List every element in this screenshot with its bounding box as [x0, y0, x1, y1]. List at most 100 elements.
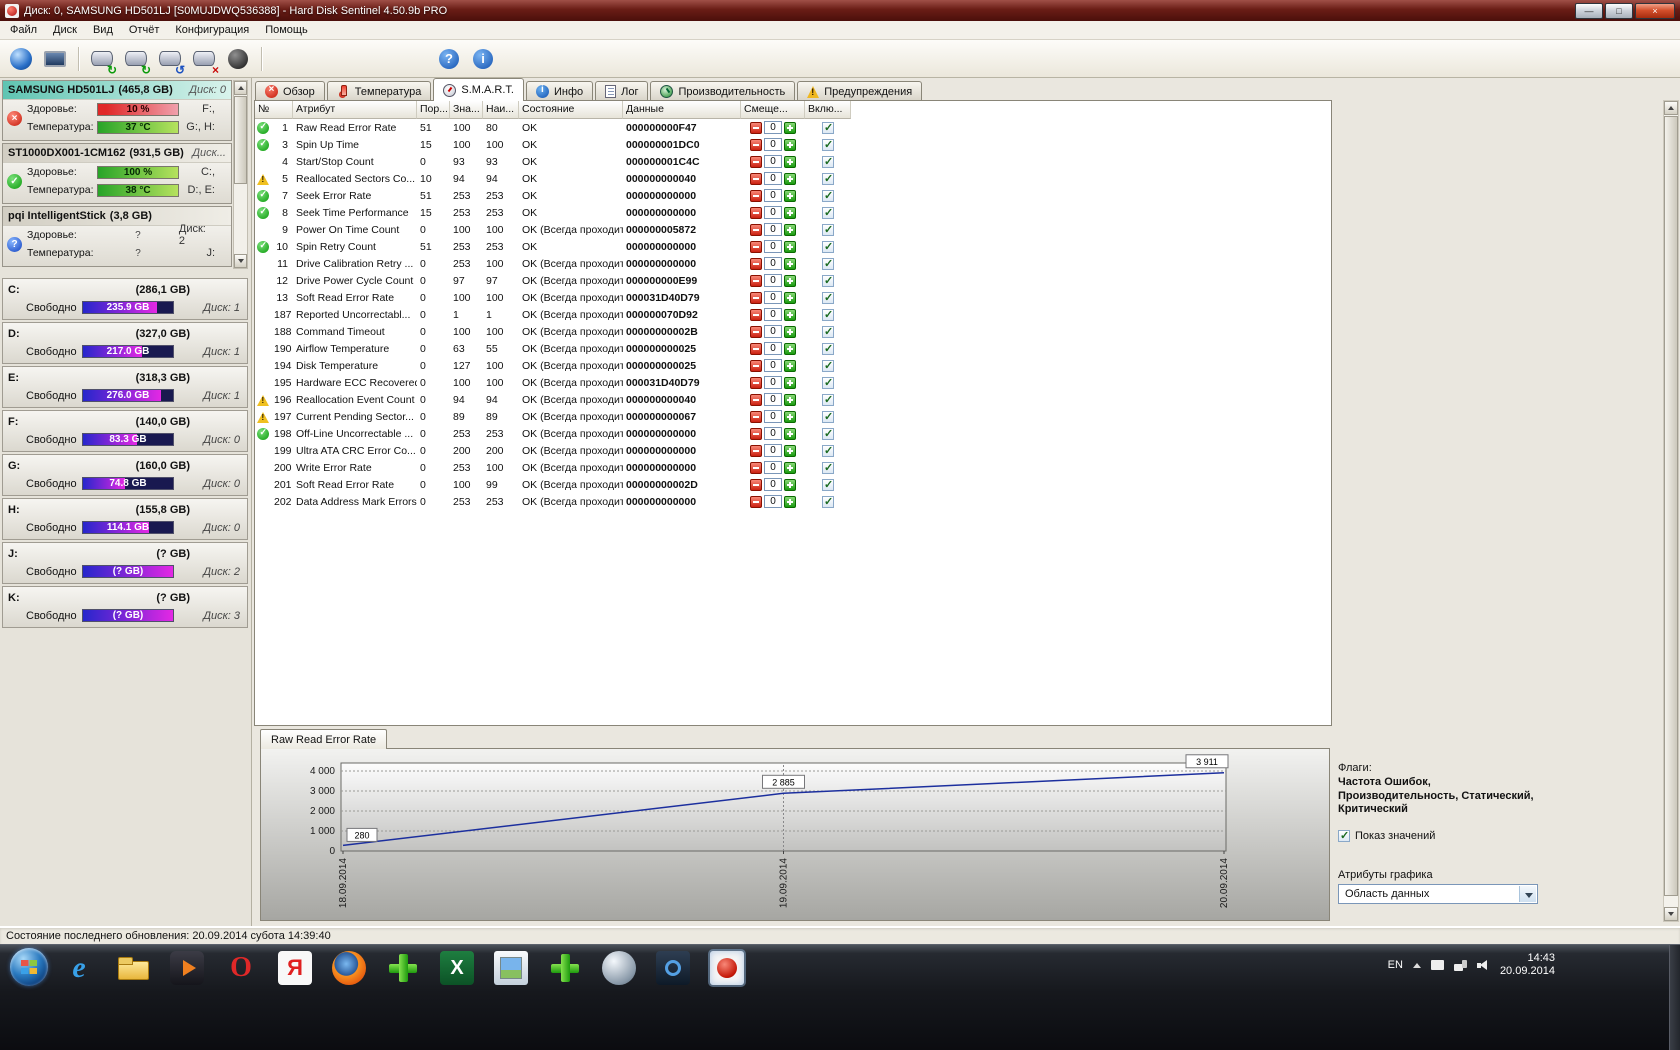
- offset-value[interactable]: 0: [764, 478, 782, 491]
- partition-panel[interactable]: K: (? GB) Свободно (? GB) Диск: 3: [2, 586, 248, 628]
- refresh-disk-button[interactable]: ↻: [87, 44, 117, 76]
- offset-value[interactable]: 0: [764, 155, 782, 168]
- show-values-checkbox[interactable]: [1338, 829, 1350, 842]
- offset-increase-button[interactable]: [784, 410, 796, 423]
- disk-panel[interactable]: SAMSUNG HD501LJ (465,8 GB) Диск: 0 Здоро…: [2, 80, 232, 141]
- rescan-disk-button[interactable]: ↻: [121, 44, 151, 76]
- scrollbar-thumb[interactable]: [234, 96, 247, 184]
- smart-row[interactable]: 194 Disk Temperature 0 127 100 OK (Всегд…: [255, 357, 1331, 374]
- firefox-icon[interactable]: [332, 951, 366, 985]
- offset-increase-button[interactable]: [784, 189, 796, 202]
- offset-decrease-button[interactable]: [750, 342, 762, 355]
- enabled-checkbox[interactable]: [822, 427, 834, 440]
- smart-row[interactable]: 5 Reallocated Sectors Co... 10 94 94 OK …: [255, 170, 1331, 187]
- offset-decrease-button[interactable]: [750, 189, 762, 202]
- smart-row[interactable]: 197 Current Pending Sector... 0 89 89 OK…: [255, 408, 1331, 425]
- offset-increase-button[interactable]: [784, 223, 796, 236]
- offset-increase-button[interactable]: [784, 138, 796, 151]
- scroll-down-button[interactable]: [234, 254, 247, 268]
- offset-decrease-button[interactable]: [750, 495, 762, 508]
- offset-increase-button[interactable]: [784, 393, 796, 406]
- enabled-checkbox[interactable]: [822, 342, 834, 355]
- offset-increase-button[interactable]: [784, 121, 796, 134]
- offset-value[interactable]: 0: [764, 274, 782, 287]
- ie-icon[interactable]: [62, 951, 96, 985]
- offset-value[interactable]: 0: [764, 257, 782, 270]
- tab[interactable]: Лог: [595, 81, 649, 101]
- offset-decrease-button[interactable]: [750, 223, 762, 236]
- partition-panel[interactable]: G: (160,0 GB) Свободно 74.8 GB Диск: 0: [2, 454, 248, 496]
- offset-increase-button[interactable]: [784, 257, 796, 270]
- offset-decrease-button[interactable]: [750, 478, 762, 491]
- menu-item[interactable]: Помощь: [257, 22, 316, 38]
- smart-row[interactable]: 7 Seek Error Rate 51 253 253 OK 00000000…: [255, 187, 1331, 204]
- offset-decrease-button[interactable]: [750, 427, 762, 440]
- offset-value[interactable]: 0: [764, 138, 782, 151]
- smart-row[interactable]: 10 Spin Retry Count 51 253 253 OK 000000…: [255, 238, 1331, 255]
- offset-increase-button[interactable]: [784, 444, 796, 457]
- smart-row[interactable]: 198 Off-Line Uncorrectable ... 0 253 253…: [255, 425, 1331, 442]
- enabled-checkbox[interactable]: [822, 291, 834, 304]
- menu-item[interactable]: Файл: [2, 22, 45, 38]
- smart-row[interactable]: 190 Airflow Temperature 0 63 55 OK (Всег…: [255, 340, 1331, 357]
- menu-item[interactable]: Вид: [85, 22, 121, 38]
- sync-disk-button[interactable]: ↺: [155, 44, 185, 76]
- enabled-checkbox[interactable]: [822, 274, 834, 287]
- disk-overview-button[interactable]: [6, 44, 36, 74]
- close-button[interactable]: ×: [1635, 2, 1675, 19]
- column-header[interactable]: Атрибут: [293, 101, 417, 119]
- offset-decrease-button[interactable]: [750, 308, 762, 321]
- partition-panel[interactable]: H: (155,8 GB) Свободно 114.1 GB Диск: 0: [2, 498, 248, 540]
- smart-row[interactable]: 13 Soft Read Error Rate 0 100 100 OK (Вс…: [255, 289, 1331, 306]
- offset-increase-button[interactable]: [784, 155, 796, 168]
- tab[interactable]: Предупреждения: [797, 81, 923, 101]
- scrollbar-thumb[interactable]: [1664, 116, 1678, 896]
- disk-panel[interactable]: ST1000DX001-1CM162 (931,5 GB) Диск... Зд…: [2, 143, 232, 204]
- offset-decrease-button[interactable]: [750, 461, 762, 474]
- scroll-up-button[interactable]: [234, 81, 247, 95]
- offset-value[interactable]: 0: [764, 189, 782, 202]
- smart-row[interactable]: 195 Hardware ECC Recovered 0 100 100 OK …: [255, 374, 1331, 391]
- network-tray-icon[interactable]: [1453, 959, 1467, 971]
- enabled-checkbox[interactable]: [822, 189, 834, 202]
- offset-decrease-button[interactable]: [750, 206, 762, 219]
- info-button[interactable]: i: [468, 44, 498, 74]
- partition-panel[interactable]: C: (286,1 GB) Свободно 235.9 GB Диск: 1: [2, 278, 248, 320]
- partition-panel[interactable]: D: (327,0 GB) Свободно 217.0 GB Диск: 1: [2, 322, 248, 364]
- offset-decrease-button[interactable]: [750, 274, 762, 287]
- enabled-checkbox[interactable]: [822, 223, 834, 236]
- dark-disk-button[interactable]: [223, 44, 253, 74]
- smart-row[interactable]: 1 Raw Read Error Rate 51 100 80 OK 00000…: [255, 119, 1331, 136]
- offset-increase-button[interactable]: [784, 461, 796, 474]
- smart-row[interactable]: 196 Reallocation Event Count 0 94 94 OK …: [255, 391, 1331, 408]
- menu-item[interactable]: Диск: [45, 22, 85, 38]
- maximize-button[interactable]: □: [1605, 2, 1633, 19]
- hdsentinel-icon[interactable]: [710, 951, 744, 985]
- offset-decrease-button[interactable]: [750, 359, 762, 372]
- enabled-checkbox[interactable]: [822, 325, 834, 338]
- column-header[interactable]: Зна...: [450, 101, 483, 119]
- offset-value[interactable]: 0: [764, 376, 782, 389]
- smart-row[interactable]: 187 Reported Uncorrectabl... 0 1 1 OK (В…: [255, 306, 1331, 323]
- minimize-button[interactable]: —: [1575, 2, 1603, 19]
- offset-value[interactable]: 0: [764, 495, 782, 508]
- opera-icon[interactable]: [224, 951, 258, 985]
- show-desktop-button[interactable]: [1669, 945, 1680, 1050]
- dropdown-arrow-icon[interactable]: [1519, 885, 1536, 902]
- offset-increase-button[interactable]: [784, 240, 796, 253]
- settings-app-icon[interactable]: [656, 951, 690, 985]
- offset-increase-button[interactable]: [784, 495, 796, 508]
- help-button[interactable]: ?: [434, 44, 464, 74]
- volume-tray-icon[interactable]: [1476, 959, 1490, 971]
- enabled-checkbox[interactable]: [822, 172, 834, 185]
- media-player-icon[interactable]: [170, 951, 204, 985]
- column-header[interactable]: Состояние: [519, 101, 623, 119]
- column-header[interactable]: №: [255, 101, 293, 119]
- graph-attributes-dropdown[interactable]: Область данных: [1338, 883, 1538, 904]
- offset-decrease-button[interactable]: [750, 172, 762, 185]
- column-header[interactable]: Данные: [623, 101, 741, 119]
- enabled-checkbox[interactable]: [822, 138, 834, 151]
- disk-monitor-button[interactable]: [40, 44, 70, 74]
- offset-increase-button[interactable]: [784, 291, 796, 304]
- explorer-folder-icon[interactable]: [116, 951, 150, 985]
